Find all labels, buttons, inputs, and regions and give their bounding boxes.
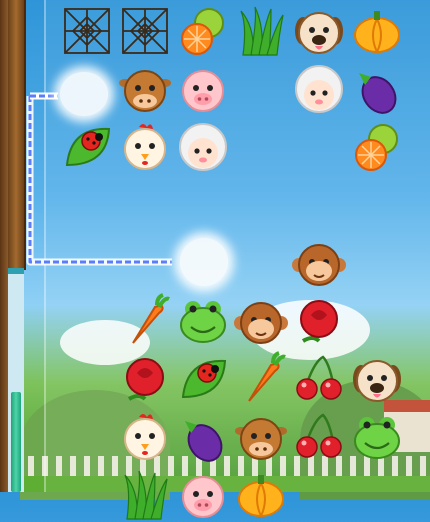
tile-dog[interactable] <box>292 4 346 58</box>
tile-lime-orange[interactable] <box>350 120 404 174</box>
tile-cherries[interactable] <box>292 352 346 406</box>
tile-pumpkin[interactable] <box>350 4 404 58</box>
tile-eggplant[interactable] <box>350 62 404 116</box>
cow-icon <box>119 70 171 112</box>
vanish-cloud <box>60 72 108 116</box>
tile-cow[interactable] <box>234 410 288 464</box>
tile-grass[interactable] <box>118 468 172 522</box>
tile-lime-orange[interactable] <box>176 4 230 58</box>
tile-cherries[interactable] <box>292 410 346 464</box>
rose-icon <box>126 358 164 401</box>
rose-icon <box>300 300 338 343</box>
cow-icon <box>235 418 287 460</box>
pig-icon <box>182 70 224 112</box>
tile-dog[interactable] <box>350 352 404 406</box>
monkey-icon <box>292 244 346 286</box>
tile-rose[interactable] <box>118 352 172 406</box>
spider-web-icon <box>64 8 110 54</box>
lime-orange-icon <box>355 124 398 171</box>
eggplant-icon <box>185 421 223 462</box>
carrot-icon <box>248 351 286 402</box>
sheep-icon <box>179 123 227 171</box>
tile-grass[interactable] <box>234 4 288 58</box>
tile-spider-web[interactable] <box>60 4 114 58</box>
vanish-cloud <box>180 238 228 286</box>
tile-sheep[interactable] <box>176 120 230 174</box>
monkey-icon <box>234 302 288 344</box>
carrot-icon <box>132 293 170 344</box>
game-board <box>44 0 430 520</box>
spider-web-icon <box>122 8 168 54</box>
timer-bar-fill <box>11 392 21 492</box>
eggplant-icon <box>359 73 397 114</box>
side-rail <box>0 0 8 492</box>
pumpkin-icon <box>238 475 284 517</box>
pumpkin-icon <box>354 11 400 53</box>
chicken-icon <box>124 414 166 460</box>
tile-rose[interactable] <box>292 294 346 348</box>
tile-pig[interactable] <box>176 62 230 116</box>
grass-icon <box>124 470 168 520</box>
tile-pumpkin[interactable] <box>234 468 288 522</box>
timer-bar-cap <box>8 268 24 274</box>
tile-chicken[interactable] <box>118 410 172 464</box>
tile-pig[interactable] <box>176 468 230 522</box>
sheep-icon <box>295 65 343 113</box>
timer-bar-frame <box>8 0 26 270</box>
tile-monkey[interactable] <box>234 294 288 348</box>
dog-icon <box>295 12 343 54</box>
tile-ladybug-leaf[interactable] <box>60 120 114 174</box>
tile-ladybug-leaf[interactable] <box>176 352 230 406</box>
tile-cow[interactable] <box>118 62 172 116</box>
lime-orange-icon <box>181 8 224 55</box>
frog-icon <box>180 301 226 343</box>
tile-eggplant[interactable] <box>176 410 230 464</box>
tile-chicken[interactable] <box>118 120 172 174</box>
pig-icon <box>182 476 224 518</box>
chicken-icon <box>124 124 166 170</box>
ladybug-leaf-icon <box>65 127 111 167</box>
frog-icon <box>354 417 400 459</box>
tile-spider-web[interactable] <box>118 4 172 58</box>
tile-frog[interactable] <box>176 294 230 348</box>
dog-icon <box>353 360 401 402</box>
tile-carrot[interactable] <box>118 293 172 348</box>
tile-monkey[interactable] <box>292 236 346 290</box>
tile-carrot[interactable] <box>234 351 288 406</box>
grass-icon <box>240 6 284 56</box>
tile-frog[interactable] <box>350 410 404 464</box>
cherries-icon <box>296 413 342 458</box>
cherries-icon <box>296 355 342 400</box>
tile-sheep[interactable] <box>292 62 346 116</box>
ladybug-leaf-icon <box>181 359 227 399</box>
